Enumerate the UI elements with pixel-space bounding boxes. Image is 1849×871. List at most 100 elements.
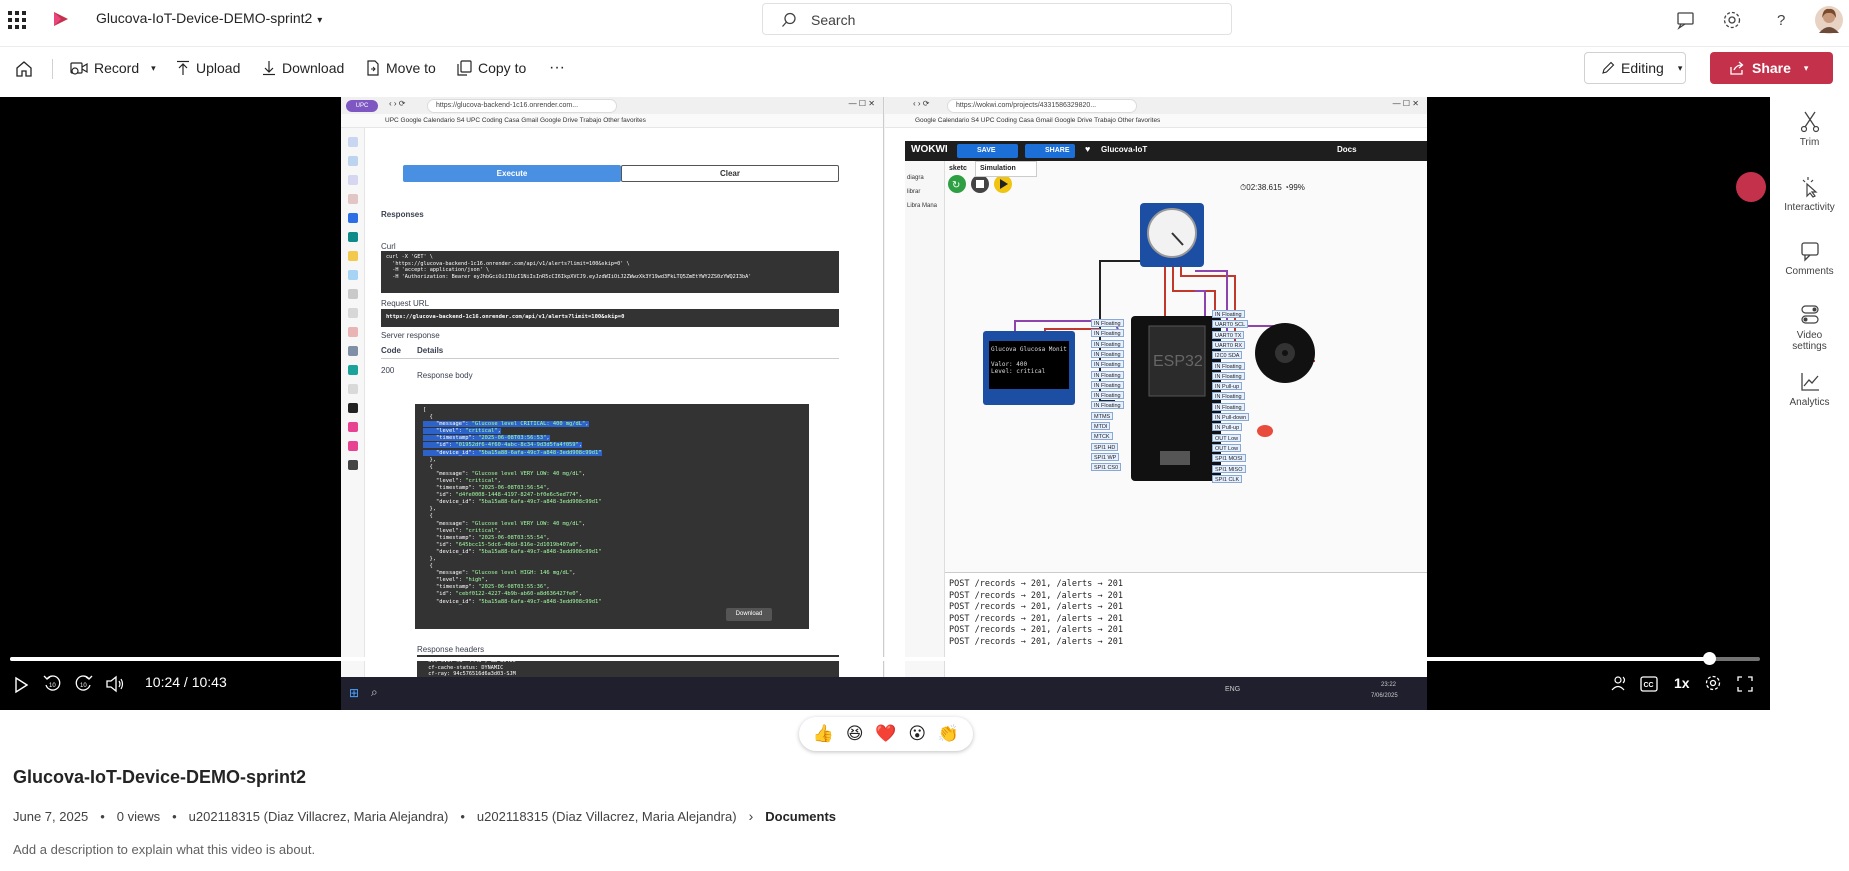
thumbs-up-reaction[interactable]: 👍	[813, 724, 834, 744]
pin-label: UART0 RX	[1212, 340, 1246, 349]
upload-button[interactable]: Upload	[176, 57, 240, 79]
rail-analytics[interactable]: Analytics	[1770, 371, 1849, 408]
pin-label: IN Floating	[1212, 310, 1245, 318]
upload-label: Upload	[196, 60, 241, 76]
editing-mode-button[interactable]: Editing ▾	[1584, 52, 1686, 84]
more-options-button[interactable]: ···	[549, 57, 565, 79]
pin-label: MTDI	[1091, 422, 1111, 430]
volume-icon[interactable]	[106, 674, 124, 694]
rail-analytics-label: Analytics	[1789, 397, 1830, 408]
help-icon[interactable]: ?	[1770, 9, 1792, 31]
download-button[interactable]: Download	[262, 57, 344, 79]
move-to-label: Move to	[386, 60, 436, 76]
wokwi-file-panel: diagra librar Libra Mana	[905, 161, 945, 677]
pin-label: IN Floating	[1091, 360, 1124, 369]
download-icon	[263, 61, 275, 76]
laugh-reaction[interactable]: 😆	[846, 724, 864, 744]
rail-trim[interactable]: Trim	[1770, 111, 1849, 148]
pin-label: IN Floating	[1091, 339, 1124, 348]
bookmarks-bar: Google Calendario S4 UPC Coding Casa Gma…	[885, 114, 1427, 128]
curl-block: curl -X 'GET' \ 'https://glucova-backend…	[381, 251, 839, 293]
chip-label: ESP32	[1153, 353, 1203, 370]
server-response-heading: Server response	[381, 331, 440, 340]
address-bar: https://glucova-backend-1c16.onrender.co…	[427, 99, 617, 113]
clap-reaction[interactable]: 👏	[938, 724, 959, 744]
rewind-10-icon[interactable]: 10	[43, 673, 61, 693]
comment-icon	[1800, 242, 1819, 262]
rail-trim-label: Trim	[1799, 137, 1820, 148]
heart-icon: ♥	[1085, 144, 1091, 154]
app-launcher-icon[interactable]	[4, 8, 28, 32]
rail-video-settings-label: Video settings	[1792, 330, 1827, 352]
pin-label: SPI1 HD	[1091, 442, 1119, 451]
pin-label: IN Floating	[1212, 361, 1245, 370]
share-label: Share	[1752, 60, 1791, 76]
clear-button: Clear	[621, 165, 839, 182]
serial-line: POST /records → 201, /alerts → 201	[949, 602, 1123, 613]
rail-comments[interactable]: Comments	[1770, 240, 1849, 277]
forward-10-icon[interactable]: 10	[75, 673, 93, 693]
bookmarks-bar: UPC Google Calendario S4 UPC Coding Casa…	[341, 114, 883, 128]
home-icon[interactable]	[14, 59, 34, 79]
playback-speed-button[interactable]: 1x	[1674, 675, 1690, 695]
rail-interactivity-label: Interactivity	[1784, 202, 1835, 213]
pin-label: IN Floating	[1091, 370, 1124, 379]
owner-name[interactable]: u202118315 (Diaz Villacrez, Maria Alejan…	[189, 809, 449, 824]
rail-video-settings[interactable]: Video settings	[1770, 304, 1849, 352]
copy-icon	[457, 60, 472, 76]
responses-heading: Responses	[381, 210, 424, 219]
docs-link: Docs	[1337, 145, 1357, 154]
fullscreen-icon[interactable]	[1737, 674, 1753, 694]
reaction-bar: 👍 😆 ❤️ 😮 👏	[799, 717, 973, 751]
video-title[interactable]: Glucova-IoT-Device-DEMO-sprint2	[13, 767, 306, 788]
taskbar-search-icon: ⌕	[371, 685, 378, 699]
settings-gear-icon[interactable]	[1721, 9, 1743, 31]
taskbar-date: 7/06/2025	[1371, 693, 1398, 699]
record-button[interactable]: Record ▾	[70, 57, 156, 79]
wokwi-logo: WOKWI	[911, 144, 948, 155]
pin-label: IN Floating	[1091, 329, 1124, 338]
taskbar-time: 23:22	[1381, 682, 1397, 688]
tab-simulation: Simulation	[975, 161, 1037, 177]
breadcrumb-owner[interactable]: u202118315 (Diaz Villacrez, Maria Alejan…	[477, 809, 737, 824]
document-title-menu[interactable]: Glucova-IoT-Device-DEMO-sprint2 ▾	[96, 10, 322, 26]
play-icon[interactable]	[14, 675, 28, 695]
view-count: 0 views	[116, 808, 161, 824]
curl-heading: Curl	[381, 242, 396, 251]
pencil-icon	[1602, 61, 1615, 74]
stream-logo-icon[interactable]	[51, 9, 71, 29]
player-settings-icon[interactable]	[1704, 673, 1722, 693]
seek-bar[interactable]	[10, 652, 1760, 665]
captions-icon[interactable]: CC	[1640, 674, 1658, 694]
pin-label: UART0 TX	[1212, 330, 1245, 339]
transcript-icon[interactable]	[1610, 673, 1628, 693]
response-body-json: [ { "message": "Glucose level CRITICAL: …	[415, 404, 809, 629]
wokwi-save-button: SAVE	[957, 144, 1018, 158]
heart-reaction[interactable]: ❤️	[875, 724, 896, 744]
description-placeholder[interactable]: Add a description to explain what this v…	[13, 842, 315, 857]
move-to-button[interactable]: Move to	[366, 57, 436, 79]
request-url: https://glucova-backend-1c16.onrender.co…	[381, 309, 839, 327]
video-player[interactable]: UPC ‹ › ⟳ https://glucova-backend-1c16.o…	[0, 97, 1770, 710]
edge-sidebar	[341, 128, 365, 677]
rail-interactivity[interactable]: Interactivity	[1770, 176, 1849, 213]
copy-to-button[interactable]: Copy to	[457, 57, 526, 79]
serial-line: POST /records → 201, /alerts → 201	[949, 590, 1123, 601]
feedback-icon[interactable]	[1675, 9, 1697, 31]
seek-bar-progress	[10, 657, 1710, 661]
share-button[interactable]: Share ▾	[1710, 52, 1833, 84]
breadcrumb-documents[interactable]: Documents	[765, 809, 836, 824]
recording-indicator[interactable]	[1736, 172, 1766, 202]
chevron-down-icon: ▾	[317, 15, 323, 26]
wokwi-share-button: SHARE	[1025, 144, 1075, 158]
pin-label: IN Floating	[1091, 319, 1124, 327]
pin-label: IN Floating	[1212, 402, 1245, 411]
user-avatar[interactable]	[1815, 6, 1843, 34]
search-box[interactable]: Search	[762, 3, 1232, 35]
seek-bar-thumb[interactable]	[1703, 652, 1717, 665]
surprised-reaction[interactable]: 😮	[908, 724, 926, 744]
pin-label: SPI1 CLK	[1212, 474, 1243, 483]
simulation-canvas: ↻ Glucova Glucosa Monit Valor: 400 Level…	[945, 161, 1427, 572]
copy-to-label: Copy to	[478, 60, 527, 76]
taskbar-language: ENG	[1225, 686, 1241, 693]
